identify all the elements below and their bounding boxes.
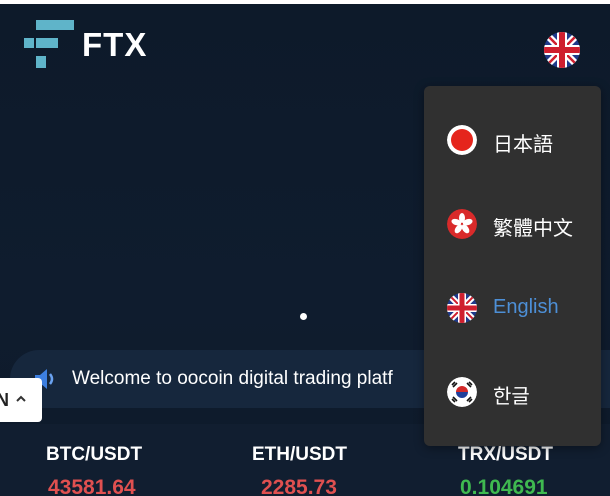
ticker-pair-eth[interactable]: ETH/USDT [252, 444, 347, 466]
ftx-logo[interactable]: FTX [24, 20, 164, 70]
ftx-logo-icon [24, 20, 74, 68]
language-label: English [493, 296, 559, 318]
ticker-pair-btc[interactable]: BTC/USDT [46, 444, 142, 466]
language-toggle[interactable] [544, 32, 580, 68]
language-option-japanese[interactable]: 日本語 [424, 110, 601, 170]
ticker-price-btc: 43581.64 [48, 476, 136, 496]
language-label: 繁體中文 [493, 218, 573, 240]
chevron-up-icon [16, 395, 26, 402]
page: FTX Welcome to oocoin digital trading pl… [0, 0, 610, 496]
language-menu: 日本語 繁體中文 English 한글 [424, 86, 601, 446]
language-option-korean[interactable]: 한글 [424, 362, 601, 422]
language-label: 日本語 [493, 134, 553, 156]
ticker-pair-trx[interactable]: TRX/USDT [458, 444, 553, 466]
language-option-english[interactable]: English [424, 278, 601, 338]
notice-text: Welcome to oocoin digital trading platf [72, 368, 393, 389]
language-option-traditional-chinese[interactable]: 繁體中文 [424, 194, 601, 254]
carousel-indicator[interactable] [300, 313, 307, 320]
brand-name: FTX [82, 26, 148, 63]
language-label: 한글 [493, 386, 530, 408]
korea-flag-icon [447, 377, 477, 407]
uk-flag-icon [544, 32, 580, 68]
hong-kong-flag-icon [447, 209, 477, 239]
language-chip-label: N [0, 390, 9, 410]
uk-flag-icon [447, 293, 477, 323]
language-chip[interactable]: N [0, 378, 42, 422]
header: FTX [0, 4, 610, 84]
ticker-price-trx: 0.104691 [460, 476, 548, 496]
japan-flag-icon [447, 125, 477, 155]
ticker-price-eth: 2285.73 [261, 476, 337, 496]
